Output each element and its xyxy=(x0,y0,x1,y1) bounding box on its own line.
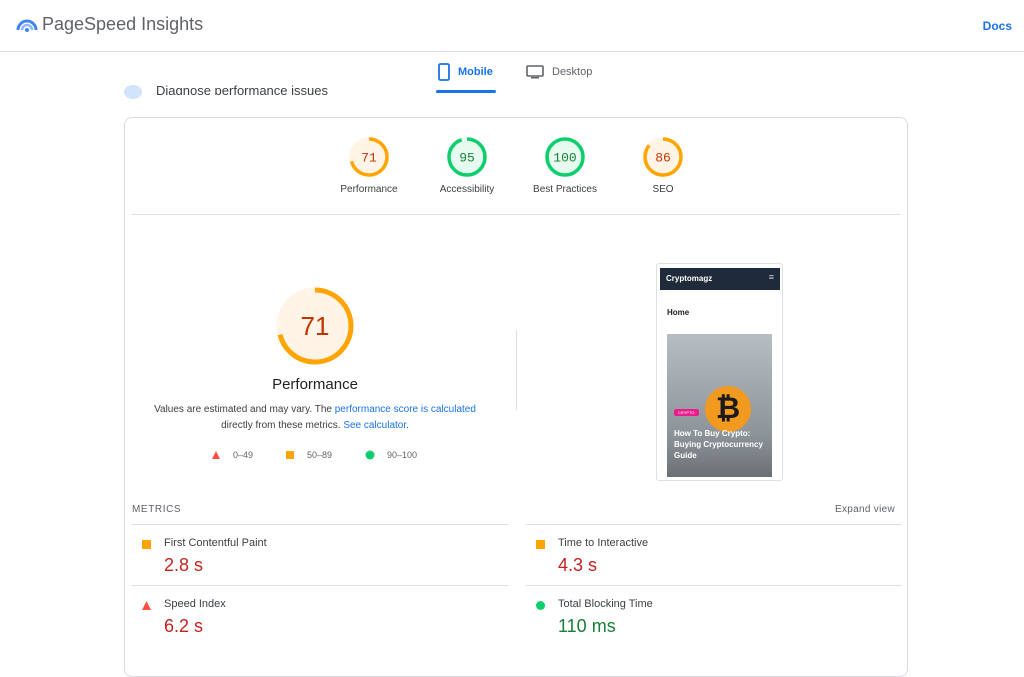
gauge-accessibility-score: 95 xyxy=(459,151,475,166)
divider xyxy=(132,214,900,215)
legend-fail-range: 0–49 xyxy=(233,450,254,460)
red-triangle-icon xyxy=(142,601,151,610)
page-screenshot-thumbnail: Cryptomagz ≡ Home ₿ CRYPTO How To Buy Cr… xyxy=(656,263,783,481)
thumb-site-name: Cryptomagz xyxy=(666,274,713,283)
bitcoin-coin-icon: ₿ xyxy=(705,386,751,432)
category-gauges: 71 Performance 95 Accessibility 100 Best… xyxy=(125,136,907,216)
gauge-seo[interactable]: 86 SEO xyxy=(623,136,703,195)
gauge-performance[interactable]: 71 Performance xyxy=(329,136,409,195)
phone-icon xyxy=(438,63,450,81)
gauge-best-practices-score: 100 xyxy=(553,151,576,166)
metric-speed-index-value: 6.2 s xyxy=(164,616,204,636)
expand-view-button[interactable]: Expand view xyxy=(835,504,895,515)
vertical-divider xyxy=(516,330,517,410)
legend-average-range: 50–89 xyxy=(307,450,333,460)
gauge-best-practices-label: Best Practices xyxy=(533,184,597,195)
metric-tbt: Total Blocking Time 110 ms xyxy=(526,585,902,645)
gauge-performance-label: Performance xyxy=(340,184,398,195)
report-card: 71 Performance 95 Accessibility 100 Best… xyxy=(124,117,908,677)
thumb-navbar: Cryptomagz ≡ xyxy=(660,268,780,290)
performance-big-gauge: 71 xyxy=(276,287,354,365)
gauge-seo-score: 86 xyxy=(655,151,671,166)
top-bar: PageSpeed Insights Docs xyxy=(0,0,1024,52)
score-calculated-link[interactable]: performance score is calculated xyxy=(335,404,476,415)
tab-mobile[interactable]: Mobile xyxy=(436,52,496,93)
gauge-best-practices[interactable]: 100 Best Practices xyxy=(525,136,605,195)
pagespeed-logo-icon xyxy=(16,19,38,32)
thumb-caption: How To Buy Crypto: Buying Cryptocurrency… xyxy=(674,429,763,460)
legend-average: 50–89 xyxy=(285,450,332,460)
legend-pass: 90–100 xyxy=(365,450,417,460)
metric-tti: Time to Interactive 4.3 s xyxy=(526,524,902,584)
orange-square-icon xyxy=(142,540,151,549)
see-calculator-link[interactable]: See calculator. xyxy=(343,420,409,431)
tab-desktop-label: Desktop xyxy=(552,66,593,78)
gauge-seo-label: SEO xyxy=(652,184,674,195)
gauge-best-practices-ring: 100 xyxy=(545,137,585,177)
diagnose-icon xyxy=(124,85,142,99)
metric-fcp-value: 2.8 s xyxy=(164,555,204,575)
red-triangle-icon xyxy=(212,451,220,459)
metric-tti-name: Time to Interactive xyxy=(558,537,649,549)
diagnose-heading: Diagnose performance issues xyxy=(156,83,328,95)
performance-big-score: 71 xyxy=(301,311,330,341)
metric-speed-index: Speed Index 6.2 s xyxy=(132,585,508,645)
thumb-home-heading: Home xyxy=(667,308,690,317)
gauge-performance-score: 71 xyxy=(361,151,377,166)
orange-square-icon xyxy=(536,540,545,549)
gauge-accessibility-ring: 95 xyxy=(447,137,487,177)
metric-tbt-name: Total Blocking Time xyxy=(558,598,653,610)
orange-square-icon xyxy=(286,451,294,459)
metric-tbt-value: 110 ms xyxy=(558,616,616,636)
metric-fcp: First Contentful Paint 2.8 s xyxy=(132,524,508,584)
legend-fail: 0–49 xyxy=(211,450,253,460)
performance-description: Values are estimated and may vary. The p… xyxy=(145,402,485,434)
gauge-performance-ring: 71 xyxy=(349,137,389,177)
monitor-icon xyxy=(526,65,544,79)
thumb-hero-image: ₿ CRYPTO How To Buy Crypto: Buying Crypt… xyxy=(667,334,772,477)
hamburger-icon: ≡ xyxy=(768,272,774,282)
device-tabs: Mobile Desktop xyxy=(0,52,1024,94)
metric-speed-index-name: Speed Index xyxy=(164,598,226,610)
metric-tti-value: 4.3 s xyxy=(558,555,598,575)
docs-link[interactable]: Docs xyxy=(983,19,1012,33)
tab-desktop[interactable]: Desktop xyxy=(526,52,606,92)
tab-mobile-label: Mobile xyxy=(458,66,493,78)
thumb-badge: CRYPTO xyxy=(674,409,699,416)
gauge-accessibility-label: Accessibility xyxy=(439,184,495,195)
gauge-accessibility[interactable]: 95 Accessibility xyxy=(427,136,507,195)
gauge-seo-ring: 86 xyxy=(643,137,683,177)
desc-text-1: Values are estimated and may vary. The xyxy=(154,404,335,415)
legend-pass-range: 90–100 xyxy=(387,450,418,460)
performance-heading: Performance xyxy=(272,376,358,393)
metric-fcp-name: First Contentful Paint xyxy=(164,537,267,549)
score-legend: 0–49 50–89 90–100 xyxy=(211,450,431,464)
green-circle-icon xyxy=(536,601,545,610)
green-circle-icon xyxy=(365,450,375,460)
desc-text-2: directly from these metrics. xyxy=(221,420,344,431)
app-title: PageSpeed Insights xyxy=(42,14,204,34)
metrics-heading: METRICS xyxy=(132,504,182,515)
